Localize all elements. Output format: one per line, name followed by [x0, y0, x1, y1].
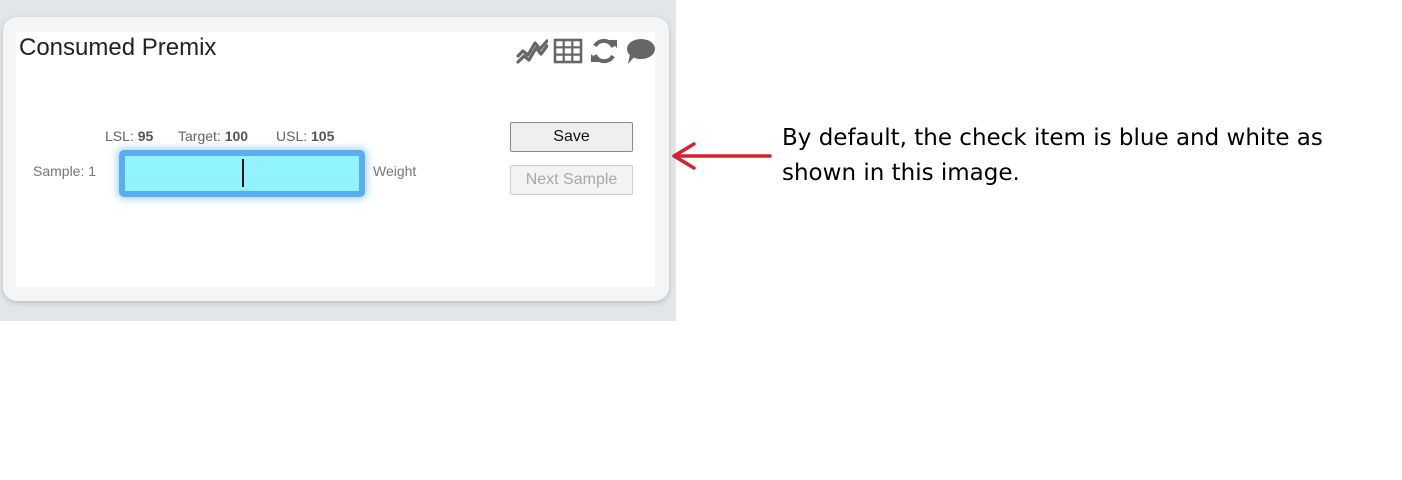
lsl-value: 95 [137, 128, 154, 144]
target-spec: Target: 100 [178, 128, 248, 144]
measurement-unit-label: Weight [373, 163, 417, 179]
next-sample-button[interactable]: Next Sample [510, 165, 633, 195]
usl-label: USL: [276, 128, 308, 144]
text-cursor [242, 159, 244, 187]
usl-value: 105 [311, 128, 335, 144]
usl-spec: USL: 105 [276, 128, 334, 144]
card-title: Consumed Premix [19, 34, 217, 61]
save-button[interactable]: Save [510, 122, 633, 152]
lsl-label: LSL: [105, 128, 134, 144]
table-icon[interactable] [552, 36, 584, 66]
annotation-text: By default, the check item is blue and w… [782, 125, 1323, 186]
target-value: 100 [224, 128, 249, 144]
card-toolbar [516, 36, 656, 66]
sample-label: Sample: 1 [33, 163, 97, 179]
lsl-spec: LSL: 95 [105, 128, 153, 144]
chart-line-icon[interactable] [516, 36, 548, 66]
refresh-icon[interactable] [588, 36, 620, 66]
target-label: Target: [178, 128, 221, 144]
comment-icon[interactable] [624, 36, 656, 66]
red-arrow-icon [672, 142, 772, 170]
